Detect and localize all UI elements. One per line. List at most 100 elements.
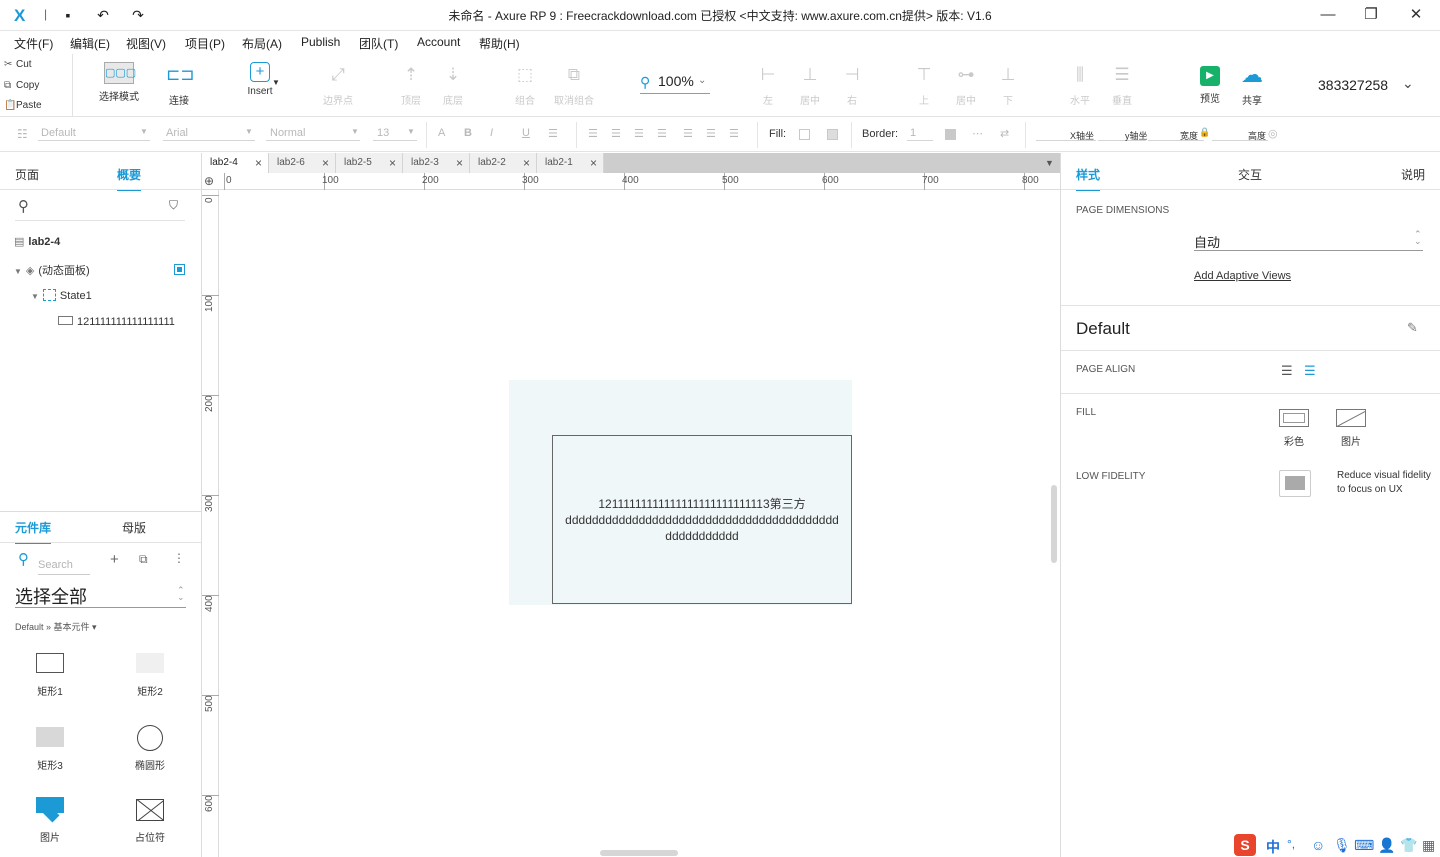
skin-icon[interactable]: 👕 bbox=[1400, 837, 1417, 854]
valign-top-icon[interactable]: ☰ bbox=[683, 127, 693, 140]
expand-icon[interactable]: ▼ bbox=[14, 267, 22, 276]
outline-state-item[interactable]: ▼ State1 bbox=[31, 289, 92, 302]
weight-select[interactable]: Normal bbox=[270, 127, 305, 139]
align-middle-button[interactable]: ⊶ 居中 bbox=[953, 62, 979, 107]
menu-help[interactable]: 帮助(H) bbox=[479, 35, 520, 52]
border-style-icon[interactable]: ⋯ bbox=[972, 127, 983, 140]
tab-outline[interactable]: 概要 bbox=[117, 166, 142, 191]
emoji-icon[interactable]: ☺ bbox=[1311, 837, 1325, 853]
widget-rectangle-3[interactable]: 矩形3 bbox=[20, 727, 80, 772]
widget-ellipse[interactable]: 椭圆形 bbox=[120, 725, 180, 772]
close-icon[interactable]: × bbox=[389, 153, 396, 173]
punctuation-icon[interactable]: °, bbox=[1287, 837, 1295, 851]
library-breadcrumb[interactable]: Default » 基本元件 ▾ bbox=[15, 620, 97, 633]
tab-lab2-4[interactable]: lab2-4 × bbox=[202, 153, 269, 173]
close-icon[interactable]: × bbox=[322, 153, 329, 173]
sogou-icon[interactable]: S bbox=[1234, 834, 1256, 856]
bullet-list-icon[interactable]: ☰ bbox=[548, 127, 558, 140]
microphone-icon[interactable]: 🎙 bbox=[1333, 837, 1351, 854]
italic-icon[interactable]: I bbox=[490, 127, 493, 139]
menu-view[interactable]: 视图(V) bbox=[126, 35, 166, 52]
tab-pages[interactable]: 页面 bbox=[15, 166, 39, 183]
minimize-icon[interactable]: — bbox=[1316, 4, 1340, 26]
close-icon[interactable]: × bbox=[523, 153, 530, 173]
paste-button[interactable]: 📋 Paste bbox=[4, 97, 70, 115]
close-icon[interactable]: ✕ bbox=[1404, 4, 1428, 26]
search-icon[interactable]: ⚲ bbox=[18, 197, 29, 215]
expand-icon[interactable]: ▼ bbox=[31, 292, 39, 301]
align-text-justify-icon[interactable]: ☰ bbox=[657, 127, 667, 140]
horizontal-scrollbar[interactable] bbox=[600, 850, 678, 856]
fill-color-option[interactable]: 彩色 bbox=[1274, 409, 1314, 448]
share-button[interactable]: ☁ 共享 bbox=[1236, 62, 1268, 107]
group-button[interactable]: ⬚ 组合 bbox=[510, 62, 540, 107]
rectangle-shape[interactable]: 12111111111111111111111111113第三方 ddddddd… bbox=[552, 435, 852, 604]
style-select[interactable]: Default bbox=[41, 127, 76, 139]
tab-masters[interactable]: 母版 bbox=[122, 519, 146, 536]
valign-middle-icon[interactable]: ☰ bbox=[706, 127, 716, 140]
preview-button[interactable]: ▶ 预览 bbox=[1196, 62, 1224, 105]
ruler-origin-icon[interactable]: ⊕ bbox=[204, 174, 214, 188]
widget-rectangle-2[interactable]: 矩形2 bbox=[120, 653, 180, 698]
keyboard-icon[interactable]: ⌨ bbox=[1354, 837, 1374, 854]
menu-publish[interactable]: Publish bbox=[301, 35, 340, 49]
widget-image[interactable]: 图片 bbox=[20, 797, 80, 844]
align-left-button[interactable]: ⊢ 左 bbox=[755, 62, 781, 107]
align-text-right-icon[interactable]: ☰ bbox=[634, 127, 644, 140]
align-bottom-button[interactable]: ⊥ 下 bbox=[995, 62, 1021, 107]
font-select[interactable]: Arial bbox=[166, 127, 188, 139]
cut-button[interactable]: ✂ Cut bbox=[4, 56, 70, 74]
panel-visibility-icon[interactable] bbox=[174, 264, 185, 275]
point-button[interactable]: ⤢ 边界点 bbox=[320, 62, 356, 107]
menu-arrange[interactable]: 布局(A) bbox=[242, 35, 282, 52]
lock-icon[interactable]: 🔒 bbox=[1199, 127, 1210, 138]
close-icon[interactable]: × bbox=[456, 153, 463, 173]
outline-page-item[interactable]: ▤ lab2-4 bbox=[14, 235, 60, 248]
menu-team[interactable]: 团队(T) bbox=[359, 35, 398, 52]
undo-icon[interactable]: ↶ bbox=[95, 7, 111, 23]
distribute-horizontal-button[interactable]: ⫼ 水平 bbox=[1066, 62, 1094, 107]
align-top-button[interactable]: ⊤ 上 bbox=[911, 62, 937, 107]
valign-bottom-icon[interactable]: ☰ bbox=[729, 127, 739, 140]
library-select[interactable]: 选择全部 bbox=[15, 583, 87, 609]
underline-icon[interactable]: U bbox=[522, 127, 530, 139]
distribute-vertical-button[interactable]: ☰ 垂直 bbox=[1108, 62, 1136, 107]
align-right-button[interactable]: ⊣ 右 bbox=[839, 62, 865, 107]
tab-lab2-2[interactable]: lab2-2 × bbox=[470, 153, 537, 173]
text-color-icon[interactable]: A bbox=[438, 127, 445, 139]
connect-button[interactable]: ⊏⊐ 连接 bbox=[163, 62, 195, 107]
ungroup-button[interactable]: ⧉ 取消组合 bbox=[550, 62, 598, 107]
align-center-icon[interactable]: ☰ bbox=[1304, 363, 1316, 379]
align-center-button[interactable]: ⊥ 居中 bbox=[797, 62, 823, 107]
arrow-style-icon[interactable]: ⇄ bbox=[1000, 127, 1009, 140]
tab-interactions[interactable]: 交互 bbox=[1238, 166, 1262, 183]
toolbox-icon[interactable]: ▦ bbox=[1422, 837, 1435, 854]
tab-lab2-3[interactable]: lab2-3 × bbox=[403, 153, 470, 173]
vertical-scrollbar[interactable] bbox=[1051, 485, 1057, 563]
tab-library[interactable]: 元件库 bbox=[15, 519, 52, 544]
bring-front-button[interactable]: ⇡ 顶层 bbox=[396, 62, 426, 107]
maximize-icon[interactable]: ❐ bbox=[1359, 4, 1383, 26]
add-library-icon[interactable]: + bbox=[110, 551, 119, 568]
more-options-icon[interactable]: ⋮ bbox=[173, 551, 185, 565]
menu-account[interactable]: Account bbox=[417, 35, 460, 49]
tab-lab2-6[interactable]: lab2-6 × bbox=[269, 153, 336, 173]
zoom-select[interactable]: ⚲ 100% ⌄ bbox=[640, 72, 710, 94]
bold-icon[interactable]: B bbox=[464, 127, 472, 139]
font-size-select[interactable]: 13 bbox=[377, 127, 389, 139]
widget-placeholder[interactable]: 占位符 bbox=[120, 799, 180, 844]
align-text-left-icon[interactable]: ☰ bbox=[588, 127, 598, 140]
save-icon[interactable]: ▪ bbox=[60, 7, 76, 23]
send-back-button[interactable]: ⇣ 底层 bbox=[438, 62, 468, 107]
tab-lab2-5[interactable]: lab2-5 × bbox=[336, 153, 403, 173]
close-icon[interactable]: × bbox=[590, 153, 597, 173]
fill-shadow-swatch[interactable] bbox=[827, 129, 838, 140]
insert-dropdown-icon[interactable]: ▼ bbox=[272, 78, 280, 87]
account-menu[interactable]: 383327258 ⌄ bbox=[1318, 75, 1414, 93]
align-text-center-icon[interactable]: ☰ bbox=[611, 127, 621, 140]
fill-image-option[interactable]: 图片 bbox=[1331, 409, 1371, 448]
border-color-swatch[interactable] bbox=[945, 129, 956, 140]
style-editor-icon[interactable]: ☷ bbox=[17, 127, 28, 141]
add-adaptive-views-link[interactable]: Add Adaptive Views bbox=[1194, 270, 1291, 282]
ime-mode[interactable]: 中 bbox=[1266, 837, 1280, 857]
